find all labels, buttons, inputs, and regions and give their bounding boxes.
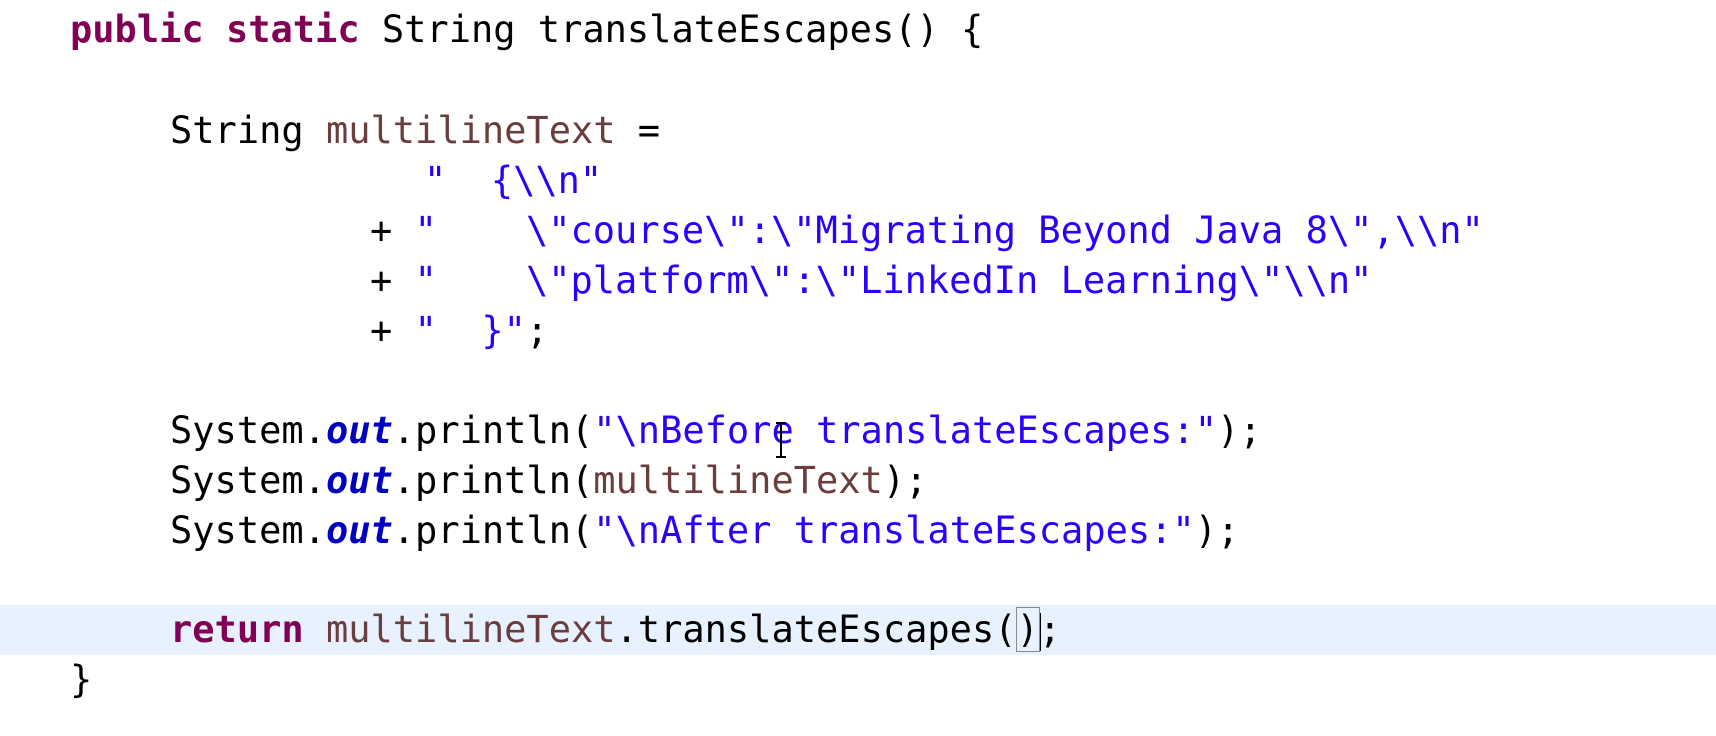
string-literal: " \"platform\":\"LinkedIn Learning\"\\n" [414,259,1373,302]
method-println: .println( [392,409,594,452]
code-line-6: + " }"; [370,307,548,355]
string-literal: " }" [414,309,526,352]
semicolon: ; [1038,608,1062,651]
method-translateescapes: .translateEscapes( [615,608,1017,651]
string-literal: "\nBefore translateEscapes:" [593,409,1217,452]
keyword-static: static [225,8,360,51]
closing-brace: } [70,658,93,701]
code-line-2: String multilineText = [170,107,660,155]
concat-operator: + [370,259,415,302]
code-line-11: } [70,656,92,704]
code-line-4: + " \"course\":\"Migrating Beyond Java 8… [370,207,1484,255]
code-line-10: return multilineText.translateEscapes(); [170,606,1061,654]
keyword-return: return [170,608,304,651]
string-literal: "\nAfter translateEscapes:" [593,509,1195,552]
code-editor[interactable]: public static String translateEscapes() … [0,0,1716,736]
statement-end: ); [882,459,928,502]
field-out: out [325,459,393,502]
keyword-public: public [70,8,204,51]
concat-operator: + [370,309,415,352]
string-literal: " \"course\":\"Migrating Beyond Java 8\"… [414,209,1484,252]
class-system: System. [170,509,326,552]
code-line-5: + " \"platform\":\"LinkedIn Learning\"\\… [370,257,1372,305]
class-system: System. [170,459,326,502]
assign-operator: = [615,109,661,152]
field-out: out [325,409,393,452]
code-line-7: System.out.println("\nBefore translateEs… [170,407,1262,455]
variable-multilinetext: multilineText [593,459,883,502]
statement-end: ); [1216,409,1262,452]
text-ibeam-cursor-icon [776,422,786,458]
method-println: .println( [392,509,594,552]
matching-paren: ) [1015,607,1040,652]
semicolon: ; [525,309,549,352]
class-system: System. [170,409,326,452]
statement-end: ); [1194,509,1240,552]
code-line-9: System.out.println("\nAfter translateEsc… [170,507,1239,555]
variable-multilinetext: multilineText [325,109,616,152]
code-line-3: " {\\n" [424,157,602,205]
string-literal: " {\\n" [424,159,603,202]
method-println: .println( [392,459,594,502]
concat-operator: + [370,209,415,252]
code-line-1: public static String translateEscapes() … [70,6,983,54]
type-name: String [170,109,304,152]
code-line-8: System.out.println(multilineText); [170,457,927,505]
method-signature: String translateEscapes() { [359,8,984,51]
variable-multilinetext: multilineText [325,608,616,651]
field-out: out [325,509,393,552]
